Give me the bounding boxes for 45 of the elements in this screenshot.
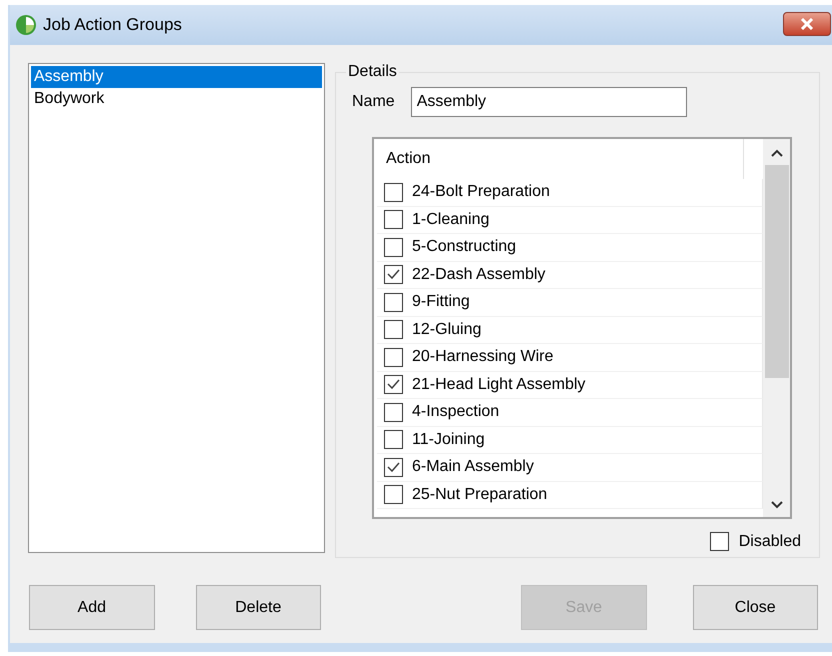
dialog-button[interactable]: Add: [29, 585, 154, 630]
action-label: 21-Head Light Assembly: [412, 376, 586, 394]
action-label: 6-Main Assembly: [412, 458, 534, 476]
checkbox[interactable]: [384, 402, 403, 422]
column-header[interactable]: Action: [377, 150, 430, 168]
check-icon: [387, 379, 400, 390]
checkbox[interactable]: [384, 458, 403, 477]
group-item[interactable]: Assembly: [31, 66, 322, 88]
checkbox[interactable]: [384, 348, 403, 367]
action-label: 25-Nut Preparation: [412, 486, 548, 504]
action-label: 11-Joining: [412, 430, 485, 449]
checkbox[interactable]: [384, 320, 403, 340]
action-label: 20-Harnessing Wire: [412, 348, 554, 366]
disabled-label: Disabled: [738, 532, 801, 550]
checkbox[interactable]: [384, 375, 403, 394]
action-label: 22-Dash Assembly: [412, 266, 546, 284]
dialog-button[interactable]: Close: [692, 585, 818, 630]
details-legend: Details: [346, 63, 399, 81]
scroll-down-icon[interactable]: [770, 501, 782, 509]
action-label: 24-Bolt Preparation: [412, 183, 550, 202]
action-label: 12-Gluing: [412, 320, 482, 339]
checkbox[interactable]: [384, 265, 403, 284]
checkbox[interactable]: [384, 292, 403, 312]
close-button[interactable]: [783, 12, 831, 36]
checkbox[interactable]: [384, 210, 403, 230]
close-icon: [800, 18, 814, 30]
scroll-up-icon[interactable]: [770, 149, 782, 157]
action-label: 9-Fitting: [412, 293, 470, 312]
action-label: 4-Inspection: [412, 403, 500, 422]
checkbox[interactable]: [384, 238, 403, 257]
checkbox[interactable]: [384, 182, 403, 202]
name-field[interactable]: Assembly: [410, 87, 687, 117]
check-icon: [387, 269, 400, 280]
dialog-button[interactable]: Delete: [196, 585, 321, 630]
name-label: Name: [352, 93, 395, 111]
app-icon: [15, 14, 37, 36]
checkbox[interactable]: [384, 485, 403, 504]
scroll-thumb[interactable]: [764, 165, 788, 378]
checkbox[interactable]: [384, 430, 403, 450]
scrollbar[interactable]: [763, 139, 790, 517]
group-item[interactable]: Bodywork: [31, 88, 322, 110]
window-title: Job Action Groups: [43, 15, 182, 35]
check-icon: [387, 462, 400, 473]
action-label: 1-Cleaning: [412, 210, 490, 229]
action-label: 5-Constructing: [412, 238, 516, 256]
